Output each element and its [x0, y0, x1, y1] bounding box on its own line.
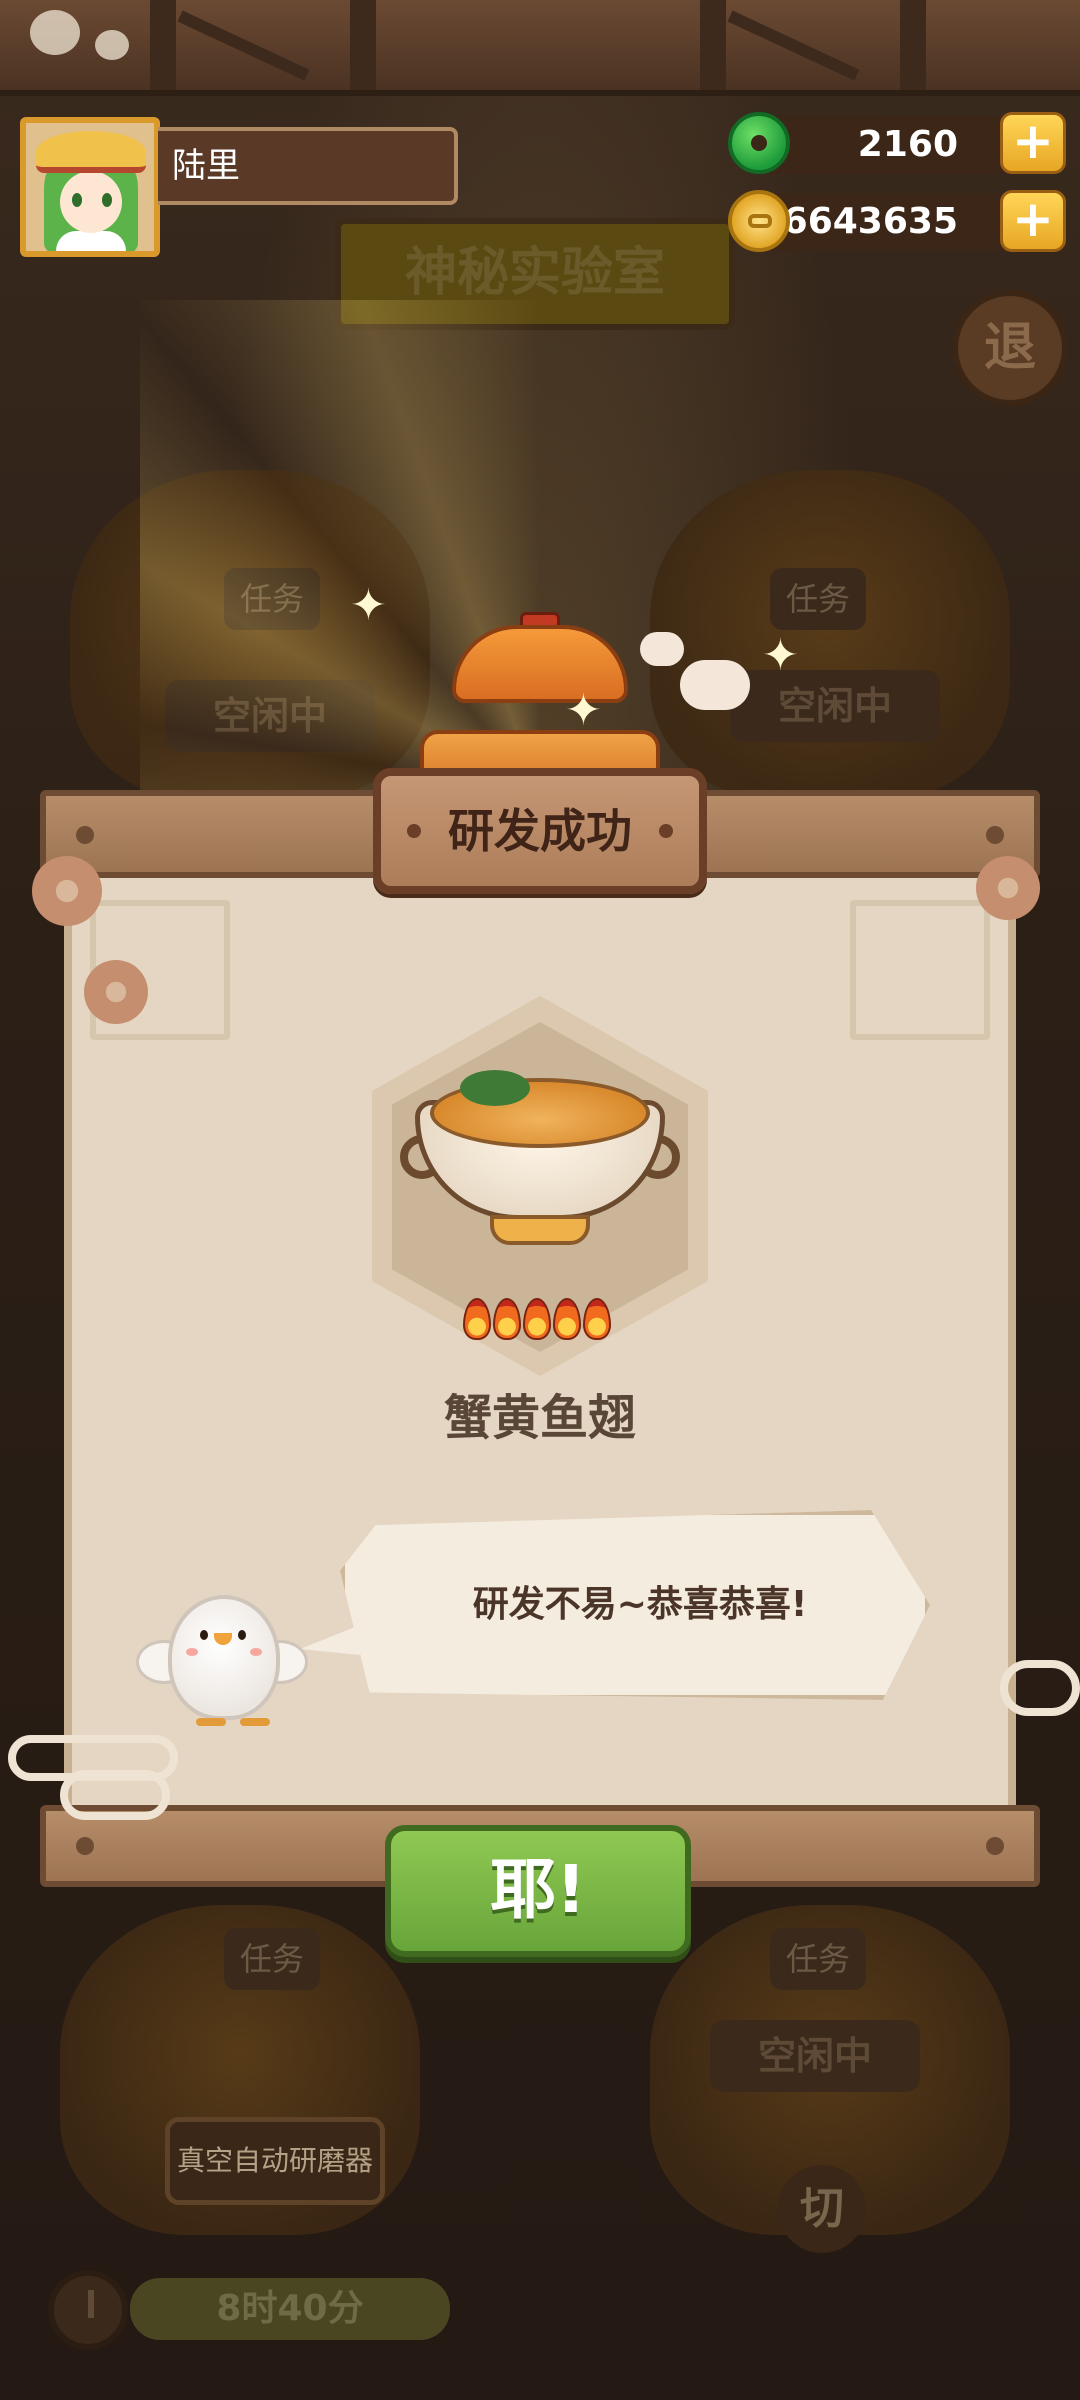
avatar-hat [36, 131, 146, 173]
avatar-eye [102, 193, 112, 207]
clock-icon [48, 2270, 128, 2350]
exit-button[interactable]: 退 [952, 290, 1068, 406]
result-title-plate: 研发成功 [373, 768, 707, 894]
sparkle-icon: ✦ [762, 630, 799, 681]
ceiling-beam [0, 0, 1080, 96]
dish-name: 蟹黄鱼翅 [443, 1390, 636, 1446]
chick-foot [240, 1718, 270, 1726]
chick-cheek [250, 1648, 262, 1656]
confirm-button[interactable]: 耶! [385, 1825, 691, 1957]
dish-garnish [460, 1070, 530, 1106]
chick-cheek [186, 1648, 198, 1656]
plate-rivet [407, 824, 421, 838]
sparkle-icon: ✦ [350, 580, 387, 631]
flower-ornament-icon [84, 960, 148, 1024]
flame-icon [493, 1298, 521, 1340]
cloud-ornament-icon [1000, 1660, 1080, 1716]
congrats-message: 研发不易~恭喜恭喜! [472, 1584, 808, 1625]
avatar-eye [72, 193, 82, 207]
task-label: 任务 [224, 1928, 320, 1990]
flower-ornament-icon [32, 856, 102, 926]
chick-eye [200, 1630, 208, 1640]
task-label: 任务 [770, 1928, 866, 1990]
add-jade-button[interactable]: + [1000, 112, 1066, 174]
beam-post [900, 0, 926, 90]
flame-icon [553, 1298, 581, 1340]
flame-icon [463, 1298, 491, 1340]
avatar-face [60, 171, 122, 233]
flame-rating [463, 1298, 617, 1344]
chick-decoration-icon [95, 30, 129, 60]
beam-brace [177, 10, 310, 81]
chick-mascot-icon [168, 1595, 280, 1720]
cloud-ornament-icon [60, 1770, 170, 1820]
flame-icon [583, 1298, 611, 1340]
bowl-foot [490, 1215, 590, 1245]
avatar-body [56, 231, 126, 251]
machine-name-label: 真空自动研磨器 [165, 2117, 385, 2205]
plate-rivet [659, 824, 673, 838]
add-gold-button[interactable]: + [1000, 190, 1066, 252]
switch-button[interactable]: 切 [778, 2165, 866, 2253]
beam-brace [727, 10, 860, 81]
steam-cloud-icon [640, 632, 684, 666]
flower-ornament-icon [976, 856, 1040, 920]
chick-eye [238, 1630, 246, 1640]
sparkle-icon: ✦ [565, 685, 602, 736]
beam-post [150, 0, 176, 90]
beam-post [350, 0, 376, 90]
result-title: 研发成功 [448, 804, 632, 858]
flame-icon [523, 1298, 551, 1340]
lattice-ornament [850, 900, 990, 1040]
beam-post [700, 0, 726, 90]
player-avatar[interactable] [20, 117, 160, 257]
steam-cloud-icon [680, 660, 750, 710]
jade-coin-icon [728, 112, 790, 174]
chick-foot [196, 1718, 226, 1726]
research-timer: 8时40分 [130, 2278, 450, 2340]
player-name: 陆里 [158, 127, 458, 205]
gold-coin-icon [728, 190, 790, 252]
chick-decoration-icon [30, 10, 80, 55]
idle-status: 空闲中 [710, 2020, 920, 2092]
